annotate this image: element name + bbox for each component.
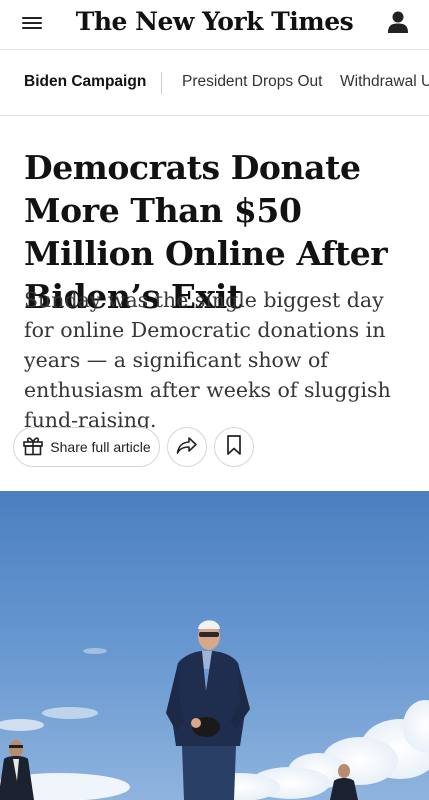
bookmark-icon <box>226 434 242 461</box>
topic-nav-item-withdrawal[interactable]: Withdrawal U <box>340 73 429 91</box>
article-summary: Sunday was the single biggest day for on… <box>24 288 391 432</box>
topic-nav-item-president-drops-out[interactable]: President Drops Out <box>182 73 322 91</box>
article-photo <box>0 491 429 800</box>
topic-nav-divider <box>161 72 162 94</box>
site-header: The New York Times <box>0 0 429 50</box>
share-button[interactable] <box>167 427 207 467</box>
share-full-article-label: Share full article <box>50 439 151 455</box>
topic-nav: Biden Campaign President Drops Out Withd… <box>0 50 429 116</box>
save-bookmark-button[interactable] <box>214 427 254 467</box>
share-full-article-button[interactable]: Share full article <box>13 427 160 467</box>
share-arrow-icon <box>176 435 198 460</box>
user-account-icon[interactable] <box>387 10 409 34</box>
topic-nav-item-biden-campaign[interactable]: Biden Campaign <box>24 73 146 91</box>
masthead-logo[interactable]: The New York Times <box>0 6 429 38</box>
gift-icon <box>22 434 44 461</box>
